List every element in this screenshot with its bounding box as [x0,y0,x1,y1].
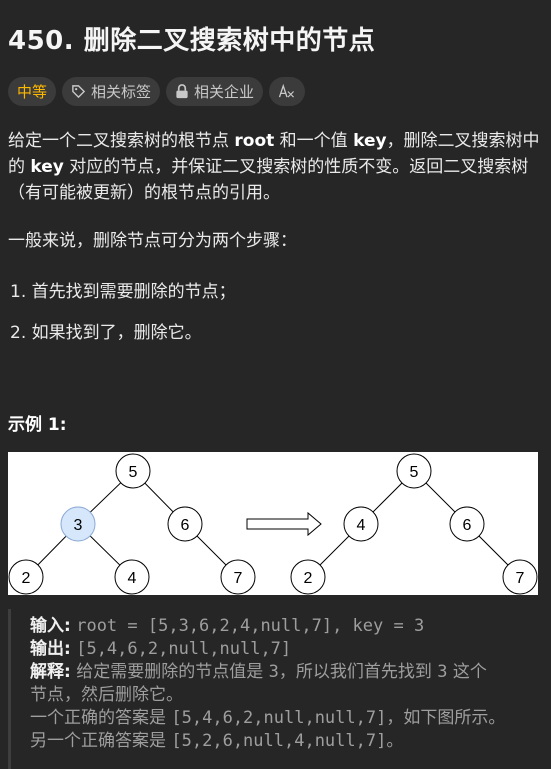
tree-node: 4 [114,559,150,595]
related-companies-button[interactable]: 相关企业 [166,77,264,106]
code-key: key [353,131,387,151]
tree-node: 5 [115,453,151,489]
lock-icon [175,84,189,99]
explain-line-4: 另一个正确答案是 [5,2,6,null,4,null,7]。 [30,731,404,751]
step-2: 2. 如果找到了，删除它。 [10,323,202,343]
svg-text:5: 5 [410,464,419,481]
svg-text:7: 7 [516,570,525,587]
related-tags-button[interactable]: 相关标签 [62,77,161,106]
svg-text:2: 2 [304,570,313,587]
tree-node: 4 [343,506,379,542]
explain-line: 解释: 给定需要删除的节点值是 3，所以我们首先找到 3 这个 [30,662,487,682]
svg-text:3: 3 [74,517,83,534]
svg-text:6: 6 [463,517,472,534]
tag-row: 中等 相关标签 相关企业 [8,77,306,106]
related-tags-label: 相关标签 [91,83,152,101]
steps-intro: 一般来说，删除节点可分为两个步骤： [8,231,297,251]
description-paragraph: 给定一个二叉搜索树的根节点 root 和一个值 key，删除二叉搜索树中的 ke… [8,131,540,203]
explain-line-3: 一个正确的答案是 [5,4,6,2,null,null,7]，如下图所示。 [30,708,506,728]
output-value: [5,4,6,2,null,null,7] [76,639,292,659]
translate-icon [278,84,296,99]
input-value: root = [5,3,6,2,4,null,7], key = 3 [76,616,425,636]
svg-text:6: 6 [181,517,190,534]
code-root: root [234,131,275,151]
tree-node-highlighted: 3 [60,506,96,542]
tree-node: 7 [502,559,538,595]
svg-text:5: 5 [129,464,138,481]
example-block: 输入: root = [5,3,6,2,4,null,7], key = 3 输… [30,615,545,753]
example-figure: 5 3 6 2 4 7 5 4 6 2 7 [8,452,538,595]
example-block-bar [8,609,11,769]
before-tree: 5 3 6 2 4 7 [8,453,256,595]
problem-title: 450. 删除二叉搜索树中的节点 [8,26,376,56]
example-title: 示例 1: [8,415,67,435]
svg-text:7: 7 [234,570,243,587]
explain-line-2: 节点，然后删除它。 [30,685,183,705]
svg-text:2: 2 [22,570,31,587]
translate-button[interactable] [269,77,306,106]
arrow-right-icon [246,511,322,537]
tree-node: 5 [396,453,432,489]
after-tree: 5 4 6 2 7 [290,453,538,595]
step-1: 1. 首先找到需要删除的节点； [10,282,236,302]
tag-icon [71,84,86,99]
input-line: 输入: root = [5,3,6,2,4,null,7], key = 3 [30,616,425,636]
tree-node: 6 [449,506,485,542]
code-key: key [30,157,64,177]
svg-text:4: 4 [357,517,366,534]
svg-text:4: 4 [128,570,137,587]
output-line: 输出: [5,4,6,2,null,null,7] [30,639,292,659]
tree-node: 7 [220,559,256,595]
tree-node: 2 [290,559,326,595]
tree-node: 6 [167,506,203,542]
related-companies-label: 相关企业 [194,83,255,101]
tree-node: 2 [8,559,44,595]
difficulty-badge[interactable]: 中等 [8,77,57,106]
difficulty-label: 中等 [17,83,48,101]
